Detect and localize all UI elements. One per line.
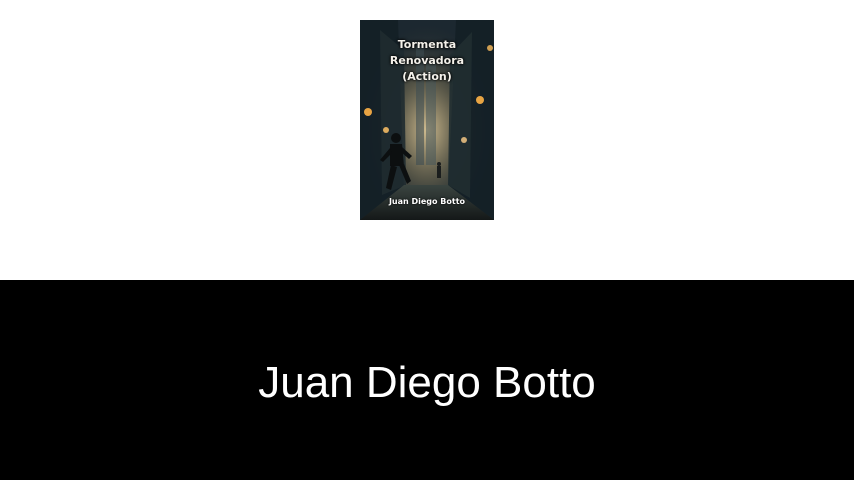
cover-title: Tormenta Renovadora (Action): [360, 37, 494, 85]
cover-title-line-2: Renovadora: [389, 54, 465, 67]
cover-area: Tormenta Renovadora (Action) Juan Diego …: [0, 0, 854, 280]
cover-author: Juan Diego Botto: [388, 197, 466, 206]
book-cover-image[interactable]: Tormenta Renovadora (Action) Juan Diego …: [360, 20, 494, 220]
author-name-heading: Juan Diego Botto: [258, 358, 596, 407]
cover-title-line-3: (Action): [402, 70, 452, 83]
cover-title-line-1: Tormenta: [397, 38, 457, 51]
